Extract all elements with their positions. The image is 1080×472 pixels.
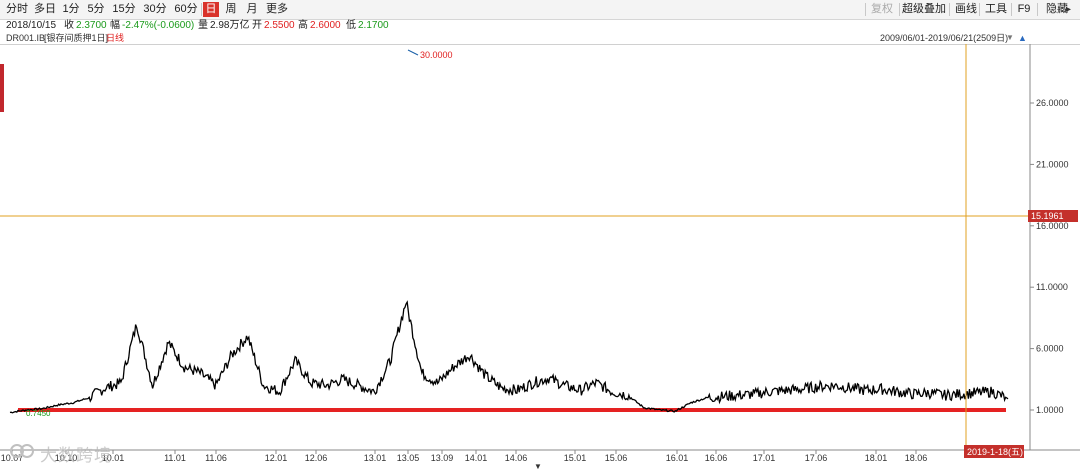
period-toolbar: 分时 多日 1分 5分 15分 30分 60分日周月更多 复权 超级叠加 画线 工具 F9 隐藏 ▸ — [0, 0, 1080, 20]
toolbar-divider — [899, 3, 900, 16]
y-tick-label: 16.0000 — [1036, 221, 1069, 231]
close-label: 收 — [64, 20, 74, 31]
x-tick-label: 18.06 — [905, 453, 928, 463]
toolbar-divider — [201, 3, 202, 16]
period-tab-6[interactable]: 60分 — [172, 2, 200, 17]
x-tick-label: 13.05 — [397, 453, 420, 463]
x-tick-label: 18.01 — [865, 453, 888, 463]
scroll-down-icon[interactable]: ▼ — [534, 462, 542, 471]
x-tick-label: 15.06 — [605, 453, 628, 463]
volume-label: 量 — [198, 20, 208, 31]
series-header: DR001.IB [银存间质押1日] 日线 2009/06/01-2019/06… — [0, 32, 1080, 44]
x-tick-label: 13.01 — [364, 453, 387, 463]
x-tick-label: 14.06 — [505, 453, 528, 463]
change-value: -2.47%(-0.0600) — [122, 20, 195, 31]
date-range-selector[interactable]: 2009/06/01-2019/06/21(2509日) — [880, 32, 1008, 44]
change-label: 幅 — [110, 20, 120, 31]
quote-info-bar: 2018/10/15 收 2.3700 幅 -2.47%(-0.0600) 量 … — [0, 19, 1080, 32]
watermark-logo-icon — [10, 444, 34, 458]
toolbar-right-button-3[interactable]: 工具 — [982, 2, 1010, 17]
period-tab-1[interactable]: 多日 — [33, 2, 57, 17]
open-label: 开 — [252, 20, 262, 31]
price-series-line — [9, 300, 1009, 414]
max-marker-arrow — [407, 49, 419, 56]
series-name: [银存间质押1日] — [44, 33, 109, 43]
x-tick-label: 11.06 — [205, 453, 227, 463]
min-marker-label: 0.7450 — [26, 409, 51, 418]
x-tick-label: 16.06 — [705, 453, 728, 463]
series-period: 日线 — [106, 33, 125, 43]
x-tick-label: 14.01 — [465, 453, 488, 463]
toolbar-right-button-2[interactable]: 画线 — [952, 2, 980, 17]
x-tick-label: 12.06 — [305, 453, 328, 463]
toolbar-divider — [865, 3, 866, 16]
high-value: 2.6000 — [310, 20, 341, 31]
toolbar-divider — [949, 3, 950, 16]
period-tab-10[interactable]: 更多 — [264, 2, 290, 17]
price-chart[interactable]: 1.0000 6.0000 11.0000 16.0000 21.0000 26.0000… — [0, 44, 1080, 472]
period-tab-2[interactable]: 1分 — [60, 2, 82, 17]
x-tick-label: 13.09 — [431, 453, 454, 463]
volume-band — [18, 408, 1006, 412]
close-value: 2.3700 — [76, 20, 107, 31]
period-tab-7[interactable]: 日 — [203, 2, 219, 17]
open-value: 2.5500 — [264, 20, 295, 31]
crosshair-date-label: 2019-1-18(五) — [967, 447, 1023, 457]
series-symbol: DR001.IB — [6, 33, 46, 43]
y-tick-label: 1.0000 — [1036, 405, 1064, 415]
y-tick-label: 11.0000 — [1036, 282, 1068, 292]
period-tab-3[interactable]: 5分 — [85, 2, 107, 17]
y-tick-label: 21.0000 — [1036, 159, 1069, 169]
max-marker-label: 30.0000 — [420, 50, 453, 60]
toolbar-right-button-0[interactable]: 复权 — [868, 2, 896, 17]
low-value: 2.1700 — [358, 20, 389, 31]
period-tab-8[interactable]: 周 — [222, 2, 240, 17]
toolbar-divider — [1011, 3, 1012, 16]
x-tick-label: 17.01 — [753, 453, 776, 463]
period-tab-5[interactable]: 30分 — [141, 2, 169, 17]
crosshair-price-label: 15.1961 — [1031, 211, 1064, 221]
toolbar-right-button-4[interactable]: F9 — [1014, 2, 1034, 17]
y-tick-label: 26.0000 — [1036, 98, 1069, 108]
x-tick-label: 12.01 — [265, 453, 288, 463]
y-tick-label: 6.0000 — [1036, 344, 1064, 354]
hide-arrow-icon[interactable]: ▸ — [1066, 2, 1071, 17]
range-dropdown-icon[interactable]: ▼ — [1006, 32, 1014, 44]
period-tab-4[interactable]: 15分 — [110, 2, 138, 17]
period-tab-0[interactable]: 分时 — [4, 2, 30, 17]
watermark-text: 大数跨境 — [40, 446, 112, 465]
quote-date: 2018/10/15 — [6, 20, 57, 31]
volume-value: 2.98万亿 — [210, 20, 250, 31]
period-tab-9[interactable]: 月 — [243, 2, 261, 17]
range-up-icon[interactable]: ▲ — [1018, 32, 1027, 44]
x-tick-label: 15.01 — [564, 453, 587, 463]
x-tick-label: 16.01 — [666, 453, 689, 463]
toolbar-divider — [979, 3, 980, 16]
low-label: 低 — [346, 20, 356, 31]
toolbar-divider — [1037, 3, 1038, 16]
high-label: 高 — [298, 20, 308, 31]
toolbar-right-button-1[interactable]: 超级叠加 — [902, 2, 946, 17]
x-tick-label: 17.06 — [805, 453, 828, 463]
x-tick-label: 11.01 — [164, 453, 186, 463]
